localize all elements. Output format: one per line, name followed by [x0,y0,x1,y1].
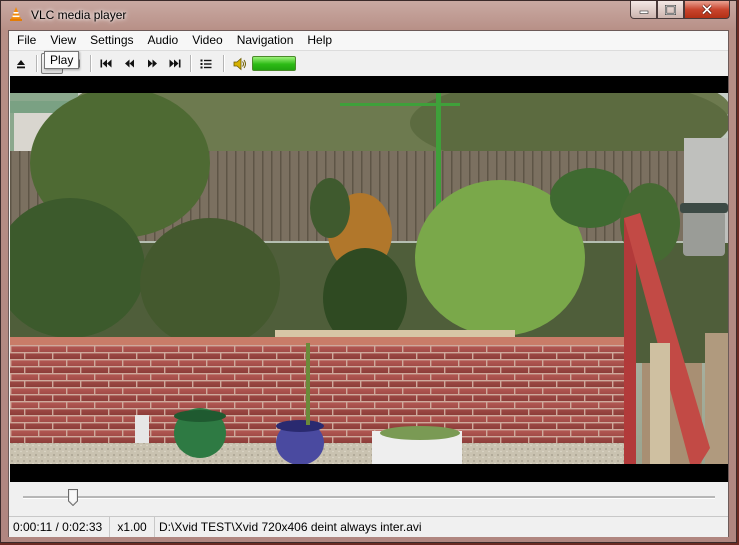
fast-forward-button[interactable] [141,53,163,74]
next-button[interactable] [164,53,186,74]
play-tooltip: Play [44,51,80,69]
menu-help[interactable]: Help [300,31,339,50]
seek-slider[interactable] [23,496,715,499]
eject-button[interactable] [10,53,32,74]
volume-slider[interactable] [252,56,296,71]
fast-forward-icon [147,59,157,68]
status-bar: 0:00:11 / 0:02:33 x1.00 D:\Xvid TEST\Xvi… [9,516,728,537]
menu-file[interactable]: File [9,31,43,50]
rewind-button[interactable] [118,53,140,74]
title-bar[interactable]: VLC media player [1,1,736,29]
skip-forward-icon [169,59,181,68]
close-button[interactable] [684,1,730,19]
menu-audio[interactable]: Audio [141,31,186,50]
window-title: VLC media player [31,8,127,22]
toolbar-separator [90,55,92,72]
previous-button[interactable] [95,53,117,74]
mute-button[interactable] [229,53,251,74]
toolbar-separator [36,55,38,72]
vlc-cone-icon [10,7,22,21]
toolbar [9,51,728,76]
player-client-area: File View Settings Audio Video Navigatio… [8,30,729,537]
playlist-button[interactable] [195,53,217,74]
toolbar-separator [190,55,192,72]
window-controls [630,1,730,19]
seek-bar-area [9,482,728,516]
seek-handle[interactable] [67,489,78,506]
playlist-icon [200,59,212,68]
status-file-path: D:\Xvid TEST\Xvid 720x406 deint always i… [159,520,422,534]
menu-bar: File View Settings Audio Video Navigatio… [9,31,728,51]
status-time[interactable]: 0:00:11 / 0:02:33 [9,517,110,537]
toolbar-separator [223,55,225,72]
menu-video[interactable]: Video [185,31,229,50]
menu-view[interactable]: View [43,31,83,50]
skip-back-icon [100,59,112,68]
eject-icon [17,59,25,68]
menu-navigation[interactable]: Navigation [230,31,301,50]
maximize-icon [665,4,676,15]
maximize-button[interactable] [657,1,684,19]
minimize-button[interactable] [630,1,657,19]
menu-settings[interactable]: Settings [83,31,140,50]
video-frame [10,93,728,464]
status-playback-rate[interactable]: x1.00 [110,517,155,537]
speaker-icon [233,57,246,70]
rewind-icon [124,59,134,68]
video-display[interactable] [10,76,728,482]
close-icon [701,4,713,15]
vlc-window: VLC media player File View Settings Audi… [0,0,737,543]
minimize-icon [639,10,648,14]
